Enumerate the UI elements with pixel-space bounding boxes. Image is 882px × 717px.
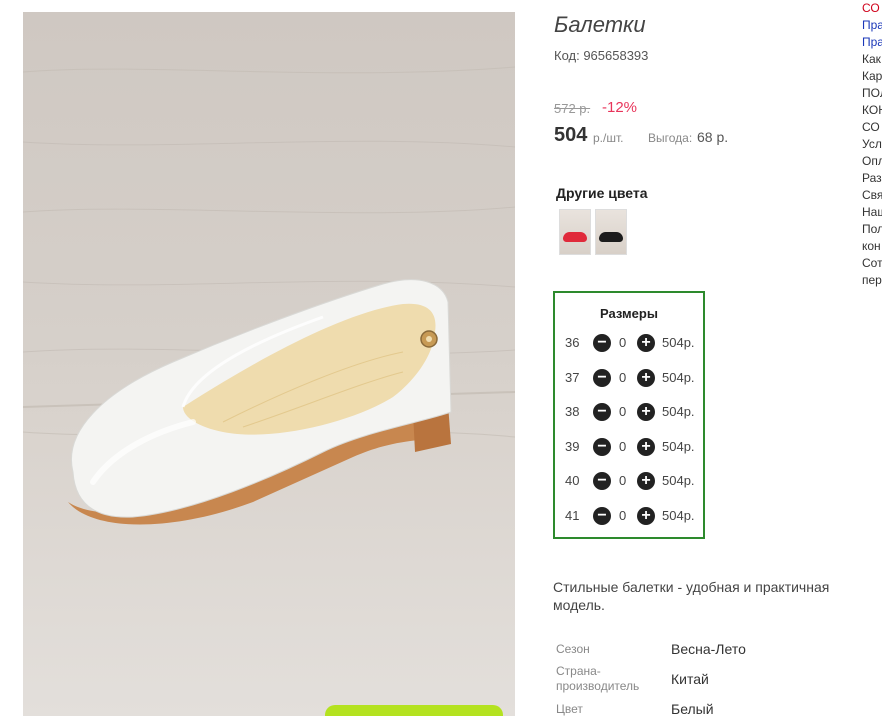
sidebar-item[interactable]: Сот	[862, 255, 882, 272]
plus-icon[interactable]: +	[637, 507, 655, 525]
product-photo[interactable]	[23, 12, 515, 716]
black-shoe-thumbnail	[599, 232, 623, 242]
current-price: 504	[554, 124, 588, 146]
red-shoe-thumbnail	[563, 232, 587, 242]
shoe-image	[23, 66, 515, 525]
plus-icon[interactable]: +	[637, 472, 655, 490]
size-label: 40	[565, 473, 580, 488]
minus-icon[interactable]: −	[593, 438, 611, 456]
sidebar-item[interactable]: Усл	[862, 136, 882, 153]
sidebar-item[interactable]: Пол	[862, 221, 882, 238]
size-price: 504р.	[662, 508, 695, 523]
size-label: 39	[565, 439, 580, 454]
spec-value-season: Весна-Лето	[671, 641, 746, 657]
quantity-value: 0	[619, 508, 627, 523]
size-price: 504р.	[662, 335, 695, 350]
add-to-cart-button-partial[interactable]	[325, 705, 503, 716]
sizes-panel: Размеры 36 − 0 + 504р. 37 − 0 + 504р. 38…	[553, 291, 705, 539]
sizes-title: Размеры	[600, 306, 658, 321]
quantity-value: 0	[619, 335, 627, 350]
size-label: 41	[565, 508, 580, 523]
plus-icon[interactable]: +	[637, 438, 655, 456]
sidebar-item[interactable]: Кар	[862, 68, 882, 85]
size-price: 504р.	[662, 370, 695, 385]
size-label: 37	[565, 370, 580, 385]
sidebar-item[interactable]: СО	[862, 119, 882, 136]
size-row-41: 41 − 0 + 504р.	[565, 506, 703, 526]
sidebar-item[interactable]: Пра	[862, 34, 882, 51]
sidebar-item[interactable]: кон	[862, 238, 882, 255]
size-price: 504р.	[662, 439, 695, 454]
size-label: 38	[565, 404, 580, 419]
minus-icon[interactable]: −	[593, 507, 611, 525]
price-unit: р./шт.	[593, 131, 624, 145]
sidebar-item[interactable]: ПОЛ	[862, 85, 882, 102]
sidebar-item[interactable]: СО	[862, 0, 882, 17]
plus-icon[interactable]: +	[637, 369, 655, 387]
sidebar-item[interactable]: Пра	[862, 17, 882, 34]
sidebar-menu: СО Пра Пра Как Кар ПОЛ КОН СО Усл Опл Ра…	[862, 0, 882, 289]
quantity-value: 0	[619, 370, 627, 385]
savings-value: 68 р.	[697, 129, 729, 145]
quantity-value: 0	[619, 439, 627, 454]
savings-label: Выгода:	[648, 131, 693, 145]
product-code: Код: 965658393	[554, 48, 649, 63]
product-title: Балетки	[554, 12, 646, 37]
spec-label-color: Цвет	[556, 702, 583, 716]
spec-value-country: Китай	[671, 671, 709, 687]
plus-icon[interactable]: +	[637, 334, 655, 352]
size-price: 504р.	[662, 473, 695, 488]
product-description: Стильные балетки - удобная и практичная …	[553, 579, 830, 613]
sidebar-item[interactable]: Опл	[862, 153, 882, 170]
old-price: 572 р.	[554, 101, 591, 116]
minus-icon[interactable]: −	[593, 334, 611, 352]
minus-icon[interactable]: −	[593, 403, 611, 421]
sidebar-item[interactable]: Свя	[862, 187, 882, 204]
plus-icon[interactable]: +	[637, 403, 655, 421]
spec-label-country: Страна- производитель	[556, 664, 640, 693]
sidebar-item[interactable]: КОН	[862, 102, 882, 119]
size-row-39: 39 − 0 + 504р.	[565, 437, 703, 457]
size-label: 36	[565, 335, 580, 350]
size-row-38: 38 − 0 + 504р.	[565, 402, 703, 422]
quantity-value: 0	[619, 473, 627, 488]
other-colors-title: Другие цвета	[556, 185, 648, 201]
sidebar-item[interactable]: Как	[862, 51, 882, 68]
color-swatch-black[interactable]	[595, 209, 627, 255]
size-row-36: 36 − 0 + 504р.	[565, 333, 703, 353]
minus-icon[interactable]: −	[593, 369, 611, 387]
size-row-37: 37 − 0 + 504р.	[565, 368, 703, 388]
size-price: 504р.	[662, 404, 695, 419]
sidebar-item[interactable]: Раз	[862, 170, 882, 187]
sidebar-item[interactable]: Наш	[862, 204, 882, 221]
sidebar-item[interactable]: пер	[862, 272, 882, 289]
quantity-value: 0	[619, 404, 627, 419]
spec-label-season: Сезон	[556, 642, 590, 656]
color-swatch-red[interactable]	[559, 209, 591, 255]
spec-value-color: Белый	[671, 701, 714, 717]
size-row-40: 40 − 0 + 504р.	[565, 471, 703, 491]
discount-badge: -12%	[602, 99, 638, 116]
minus-icon[interactable]: −	[593, 472, 611, 490]
